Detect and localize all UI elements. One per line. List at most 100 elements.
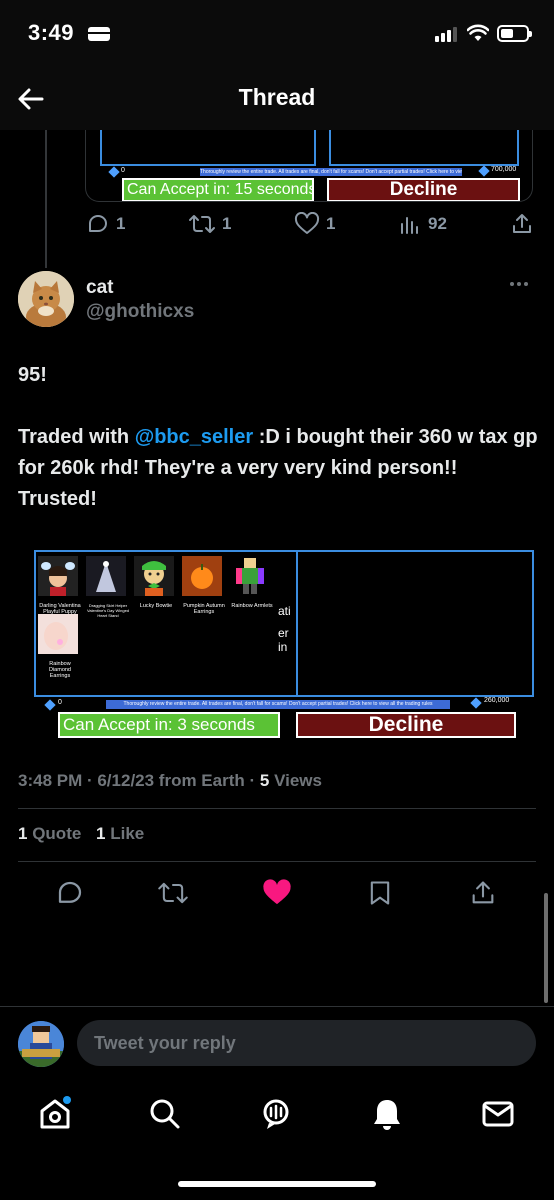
reply-input[interactable] xyxy=(77,1020,536,1066)
previous-tweet-media[interactable]: 0 Thoroughly review the entire trade. Al… xyxy=(85,130,533,202)
display-name[interactable]: cat xyxy=(86,277,113,299)
avatar[interactable] xyxy=(18,271,74,327)
like-icon[interactable] xyxy=(261,878,293,908)
lucky-bowtie-thumbnail xyxy=(134,556,174,596)
trade-right-value: 260,000 xyxy=(484,697,510,704)
user-handle[interactable]: @ghothicxs xyxy=(86,301,194,323)
previous-tweet-actions: 1 1 1 92 xyxy=(86,208,534,242)
trade-left-panel xyxy=(100,130,316,166)
id-card-icon xyxy=(88,27,110,41)
trade-item: Rainbow Armlets xyxy=(230,556,274,609)
more-options-icon[interactable] xyxy=(510,282,528,286)
like-button[interactable]: 1 xyxy=(294,212,335,236)
tweet-timestamp: 3:48 PM · 6/12/23 from Earth · xyxy=(18,771,260,790)
retweet-icon xyxy=(189,215,215,233)
trade-side-text-line: ati xyxy=(278,604,291,618)
trade-item-label: Dragging Skirt Helper Valentine's Day Wi… xyxy=(86,603,130,618)
retweet-count: 1 xyxy=(222,214,232,233)
trade-side-text: ati er in xyxy=(278,604,291,654)
reply-icon[interactable] xyxy=(55,878,85,908)
tweet-actions xyxy=(0,872,554,916)
tweet-text: 95! Traded with @bbc_seller :D i bought … xyxy=(18,360,538,546)
reply-count: 1 xyxy=(116,214,126,233)
search-icon[interactable] xyxy=(147,1096,183,1132)
reply-icon xyxy=(89,215,107,232)
decline-button: Decline xyxy=(296,712,516,738)
trade-item: Darling Valentina Playful Puppy Ears xyxy=(38,556,82,621)
tweet-media[interactable]: Darling Valentina Playful Puppy Ears Dra… xyxy=(18,540,536,740)
mention-link[interactable]: @bbc_seller xyxy=(135,426,253,448)
notifications-icon[interactable] xyxy=(369,1096,405,1132)
like-count: 1 xyxy=(326,214,336,233)
divider xyxy=(18,808,536,809)
puppy-ears-thumbnail xyxy=(38,556,78,596)
trade-item: Pumpkin Autumn Earrings xyxy=(182,556,226,615)
likes-link[interactable]: 1 Like xyxy=(96,824,144,843)
spaces-icon[interactable] xyxy=(258,1096,294,1132)
tweet-line-2: Traded with @bbc_seller :D i bought thei… xyxy=(18,422,538,515)
thread-header: Thread xyxy=(0,66,554,130)
share-button[interactable] xyxy=(510,212,534,236)
bookmark-icon[interactable] xyxy=(366,878,394,908)
status-bar: 3:49 xyxy=(0,0,554,66)
views-button[interactable]: 92 xyxy=(398,212,447,236)
trade-item: Dragging Skirt Helper Valentine's Day Wi… xyxy=(86,556,130,618)
accept-button: Can Accept in: 3 seconds xyxy=(58,712,280,738)
page-title: Thread xyxy=(238,84,316,110)
home-indicator[interactable] xyxy=(178,1181,376,1187)
quotes-count: 1 xyxy=(18,824,28,843)
diamond-icon xyxy=(108,166,120,178)
views-label: Views xyxy=(269,771,322,790)
trade-right-value: 700,000 xyxy=(491,166,517,173)
diamond-icon xyxy=(44,699,56,711)
trade-side-text-line: in xyxy=(278,640,288,654)
winged-skirt-thumbnail xyxy=(86,556,126,596)
likes-label: Like xyxy=(110,824,145,843)
retweet-icon[interactable] xyxy=(157,878,189,908)
reply-button[interactable]: 1 xyxy=(86,212,125,236)
diamond-icon xyxy=(470,697,482,709)
rainbow-diamond-earrings-thumbnail xyxy=(38,614,78,654)
quotes-link[interactable]: 1 Quote xyxy=(18,824,81,843)
trade-side-text-line: er xyxy=(278,626,289,640)
tweet-line-1: 95! xyxy=(18,364,47,386)
home-icon[interactable] xyxy=(37,1096,73,1132)
wifi-icon xyxy=(467,24,489,41)
share-icon xyxy=(513,214,531,233)
like-icon xyxy=(294,212,320,234)
trade-item-label: Pumpkin Autumn Earrings xyxy=(183,603,225,615)
tweet-text-before: Traded with xyxy=(18,426,135,448)
trade-right-panel xyxy=(296,550,534,697)
trade-notice: Thoroughly review the entire trade. All … xyxy=(106,700,450,709)
rainbow-armlets-thumbnail xyxy=(230,556,270,596)
thread-connector-line xyxy=(45,130,47,268)
accept-button: Can Accept in: 15 seconds xyxy=(122,178,314,201)
trade-left-value: 0 xyxy=(58,699,62,706)
trade-item: Lucky Bowtie xyxy=(134,556,178,609)
quotes-label: Quote xyxy=(32,824,82,843)
status-time: 3:49 xyxy=(28,20,75,45)
likes-count: 1 xyxy=(96,824,106,843)
trade-right-panel xyxy=(329,130,519,166)
battery-icon xyxy=(497,25,532,42)
views-count: 5 xyxy=(259,771,270,790)
diamond-icon xyxy=(478,165,490,177)
trade-item-label: Rainbow Diamond Earrings xyxy=(48,661,71,679)
messages-icon[interactable] xyxy=(480,1096,516,1132)
user-avatar[interactable] xyxy=(18,1021,64,1067)
trade-item-label: Rainbow Armlets xyxy=(231,603,273,609)
retweet-button[interactable]: 1 xyxy=(188,212,231,236)
divider xyxy=(18,861,536,862)
scrollbar[interactable] xyxy=(544,893,548,1003)
share-icon[interactable] xyxy=(469,878,497,908)
decline-button: Decline xyxy=(327,178,520,201)
trade-item-label: Lucky Bowtie xyxy=(139,603,173,609)
tweet-meta: 3:48 PM · 6/12/23 from Earth · 5 Views xyxy=(18,771,322,791)
cellular-signal-icon xyxy=(435,26,457,42)
trade-notice: Thoroughly review the entire trade. All … xyxy=(200,168,462,176)
roblox-avatar-image xyxy=(18,1021,64,1067)
tweet-stats: 1 Quote 1 Like xyxy=(18,824,144,844)
views-icon xyxy=(401,217,418,234)
trade-item: Rainbow Diamond Earrings xyxy=(38,614,82,679)
cat-avatar-image xyxy=(18,271,74,327)
